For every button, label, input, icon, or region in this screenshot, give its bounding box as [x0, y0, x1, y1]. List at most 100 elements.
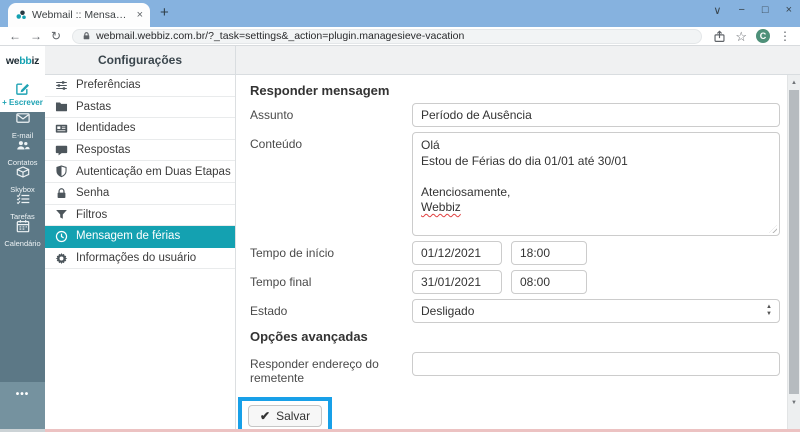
reload-icon[interactable]: ↻	[51, 30, 61, 42]
body-line	[421, 169, 771, 185]
vacation-form: Responder mensagem Assunto Conteúdo OláE…	[236, 75, 800, 432]
box-icon	[16, 165, 30, 184]
settings-item-label: Identidades	[76, 122, 135, 134]
subject-input[interactable]	[412, 103, 780, 127]
url-bar[interactable]: webmail.webbiz.com.br/?_task=settings&_a…	[72, 29, 702, 44]
more-dots-icon: •••	[16, 389, 30, 432]
reply-address-input[interactable]	[412, 352, 780, 376]
url-text: webmail.webbiz.com.br/?_task=settings&_a…	[96, 30, 464, 42]
resize-handle-icon[interactable]	[769, 225, 777, 233]
webbiz-logo: webbiz	[0, 46, 45, 76]
settings-item-label: Senha	[76, 187, 109, 199]
settings-item-mensagem-de-ferias[interactable]: Mensagem de férias	[45, 226, 235, 248]
start-time-input[interactable]	[511, 241, 587, 265]
body-label: Conteúdo	[250, 132, 412, 151]
check-icon: ✔	[260, 409, 270, 423]
settings-title: Configurações	[45, 46, 236, 74]
avatar[interactable]: C	[756, 29, 770, 43]
sidebar-item-tarefas[interactable]: Tarefas	[0, 193, 45, 220]
calendar-icon	[16, 219, 30, 238]
favicon	[15, 9, 27, 21]
settings-item-autenticacao-em-duas-etapas[interactable]: Autenticação em Duas Etapas	[45, 161, 235, 183]
window-close-icon[interactable]: ×	[786, 4, 792, 17]
vertical-scrollbar[interactable]: ▲ ▼	[787, 75, 800, 429]
end-time-input[interactable]	[511, 270, 587, 294]
sidebar-item-skybox[interactable]: Skybox	[0, 166, 45, 193]
body-line: Webbiz	[421, 200, 771, 216]
scrollbar-thumb[interactable]	[789, 90, 799, 394]
clock-icon	[55, 230, 68, 243]
scroll-down-icon[interactable]: ▼	[788, 396, 800, 409]
settings-item-preferencias[interactable]: Preferências	[45, 75, 235, 97]
end-date-input[interactable]	[412, 270, 502, 294]
status-select[interactable]: Desligado ▲▼	[412, 299, 780, 323]
highlight-box: ✔ Salvar	[238, 397, 332, 432]
sliders-icon	[55, 79, 68, 92]
sidebar-item-calendario[interactable]: Calendário	[0, 220, 45, 247]
contacts-icon	[16, 138, 30, 157]
settings-item-pastas[interactable]: Pastas	[45, 97, 235, 119]
start-date-input[interactable]	[412, 241, 502, 265]
save-button-label: Salvar	[276, 409, 310, 423]
body-line: Estou de Férias do dia 01/01 até 30/01	[421, 154, 771, 170]
settings-item-label: Informações do usuário	[76, 252, 196, 264]
settings-item-label: Pastas	[76, 101, 111, 113]
chat-icon	[55, 144, 68, 157]
advanced-section-title: Opções avançadas	[250, 329, 800, 345]
minimize-icon[interactable]: −	[738, 4, 744, 17]
settings-item-respostas[interactable]: Respostas	[45, 140, 235, 162]
settings-item-label: Mensagem de férias	[76, 230, 180, 242]
settings-item-informacoes-do-usuario[interactable]: Informações do usuário	[45, 248, 235, 270]
sidebar-more-button[interactable]: •••	[0, 382, 45, 432]
maximize-icon[interactable]: □	[762, 4, 769, 17]
scroll-up-icon[interactable]: ▲	[788, 76, 800, 89]
sidebar-item-e-mail[interactable]: E-mail	[0, 112, 45, 139]
tab-title: Webmail :: Mensagem de férias	[32, 9, 132, 21]
kebab-menu-icon[interactable]: ⋮	[779, 30, 791, 42]
browser-tab[interactable]: Webmail :: Mensagem de férias ×	[8, 3, 150, 27]
compose-icon	[15, 81, 30, 96]
sidebar-item-label: + Escrever	[2, 98, 43, 107]
body-line: Atenciosamente,	[421, 185, 771, 201]
subject-label: Assunto	[250, 103, 412, 122]
settings-item-identidades[interactable]: Identidades	[45, 118, 235, 140]
back-icon[interactable]: ←	[9, 30, 21, 42]
mail-icon	[16, 111, 30, 130]
end-time-label: Tempo final	[250, 270, 412, 289]
new-tab-button[interactable]: +	[160, 4, 169, 21]
folder-icon	[55, 100, 68, 113]
forward-icon[interactable]: →	[30, 30, 42, 42]
lock-icon	[82, 31, 91, 41]
share-icon[interactable]	[713, 30, 726, 43]
browser-toolbar: ← → ↻ webmail.webbiz.com.br/?_task=setti…	[0, 27, 800, 46]
chevron-down-icon[interactable]: ∨	[713, 4, 721, 17]
body-line: Olá	[421, 138, 771, 154]
shield-icon	[55, 165, 68, 178]
sidebar-item-label: Calendário	[4, 239, 40, 248]
webmail-app: webbiz + Escrever E-mailContatosSkyboxTa…	[0, 46, 800, 432]
save-button[interactable]: ✔ Salvar	[248, 405, 322, 427]
browser-chrome: Webmail :: Mensagem de férias × + ∨ − □ …	[0, 0, 800, 46]
filter-icon	[55, 208, 68, 221]
settings-item-label: Preferências	[76, 79, 141, 91]
body-textarea[interactable]: OláEstou de Férias do dia 01/01 até 30/0…	[412, 132, 780, 236]
reply-address-label: Responder endereço do remetente	[250, 352, 412, 385]
tab-close-icon[interactable]: ×	[137, 9, 143, 21]
sidebar-item-compose[interactable]: + Escrever	[0, 76, 45, 112]
settings-item-label: Autenticação em Duas Etapas	[76, 166, 231, 178]
app-sidebar: webbiz + Escrever E-mailContatosSkyboxTa…	[0, 46, 45, 432]
tab-strip: Webmail :: Mensagem de férias × + ∨ − □ …	[0, 0, 800, 27]
id-card-icon	[55, 122, 68, 135]
sidebar-item-contatos[interactable]: Contatos	[0, 139, 45, 166]
settings-item-label: Respostas	[76, 144, 130, 156]
settings-menu: Preferências Pastas Identidades Respostas Au…	[45, 75, 236, 432]
select-arrows-icon: ▲▼	[766, 304, 772, 318]
star-icon[interactable]: ☆	[735, 30, 747, 43]
settings-item-label: Filtros	[76, 209, 107, 221]
section-title: Responder mensagem	[250, 83, 800, 99]
gear-icon	[55, 252, 68, 265]
settings-item-senha[interactable]: Senha	[45, 183, 235, 205]
settings-item-filtros[interactable]: Filtros	[45, 205, 235, 227]
lock-icon	[55, 187, 68, 200]
status-label: Estado	[250, 299, 412, 318]
